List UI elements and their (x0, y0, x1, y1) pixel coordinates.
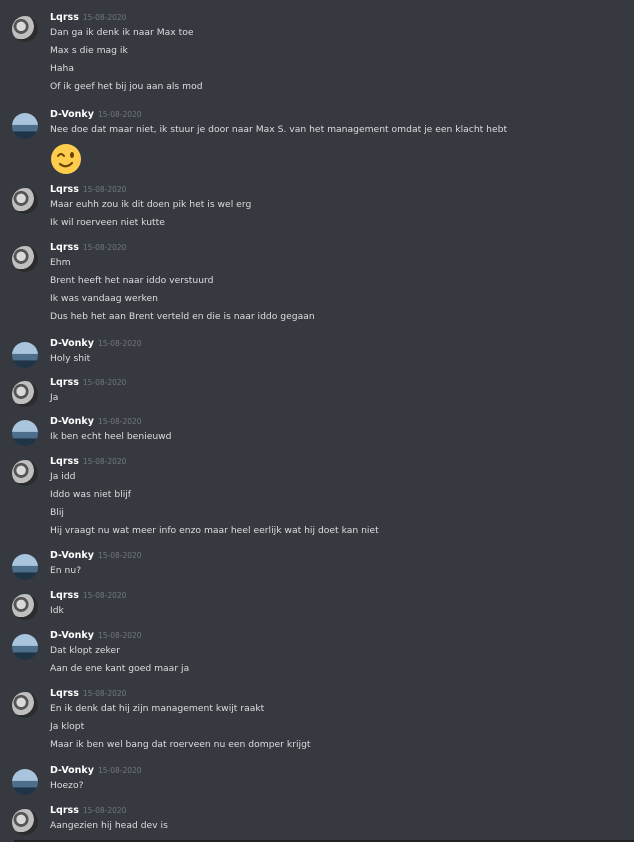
message-header: Lqrss 15-08-2020 (50, 242, 126, 254)
username[interactable]: Lqrss (50, 590, 79, 601)
username[interactable]: D-Vonky (50, 550, 94, 561)
message-text: Dus heb het aan Brent verteld en die is … (50, 311, 315, 322)
message-text: Aan de ene kant goed maar ja (50, 663, 190, 674)
lqrss-avatar[interactable] (12, 809, 38, 835)
message-text: Haha (50, 63, 74, 74)
dvonky-avatar[interactable] (12, 769, 38, 795)
timestamp: 15-08-2020 (82, 457, 127, 466)
message-text: En ik denk dat hij zijn management kwijt… (50, 703, 265, 714)
dvonky-avatar[interactable] (12, 634, 38, 660)
message-text: Maar ik ben wel bang dat roerveen nu een… (50, 739, 311, 750)
timestamp: 15-08-2020 (97, 110, 142, 119)
message-text: Ik was vandaag werken (50, 293, 158, 304)
timestamp: 15-08-2020 (82, 591, 127, 600)
message-text: Max s die mag ik (50, 45, 128, 56)
message-text: Holy shit (50, 353, 91, 364)
message-text: Of ik geef het bij jou aan als mod (50, 81, 203, 92)
message-text: Ja idd (50, 471, 76, 482)
dvonky-avatar[interactable] (12, 554, 38, 580)
timestamp: 15-08-2020 (82, 378, 127, 387)
username[interactable]: Lqrss (50, 688, 79, 699)
username[interactable]: Lqrss (50, 242, 79, 253)
message-text: Iddo was niet blijf (50, 489, 132, 500)
lqrss-avatar[interactable] (12, 460, 38, 486)
username[interactable]: Lqrss (50, 805, 79, 816)
timestamp: 15-08-2020 (97, 631, 142, 640)
username[interactable]: D-Vonky (50, 338, 94, 349)
message-text: Aangezien hij head dev is (50, 820, 168, 831)
timestamp: 15-08-2020 (82, 185, 127, 194)
message-text: Ik wil roerveen niet kutte (50, 217, 165, 228)
message-text: Brent heeft het naar iddo verstuurd (50, 275, 214, 286)
message-text: Ehm (50, 257, 71, 268)
message-text: Ja klopt (50, 721, 85, 732)
timestamp: 15-08-2020 (97, 339, 142, 348)
message-text: En nu? (50, 565, 82, 576)
timestamp: 15-08-2020 (97, 766, 142, 775)
username[interactable]: D-Vonky (50, 765, 94, 776)
message-header: Lqrss 15-08-2020 (50, 805, 126, 817)
username[interactable]: Lqrss (50, 184, 79, 195)
message-header: D-Vonky 15-08-2020 (50, 416, 142, 428)
message-header: Lqrss 15-08-2020 (50, 456, 126, 468)
timestamp: 15-08-2020 (97, 551, 142, 560)
lqrss-avatar[interactable] (12, 692, 38, 718)
message-text: Hij vraagt nu wat meer info enzo maar he… (50, 525, 379, 536)
message-header: D-Vonky 15-08-2020 (50, 765, 142, 777)
username[interactable]: D-Vonky (50, 109, 94, 120)
message-header: D-Vonky 15-08-2020 (50, 630, 142, 642)
timestamp: 15-08-2020 (82, 243, 127, 252)
lqrss-avatar[interactable] (12, 381, 38, 407)
message-text: Idk (50, 605, 64, 616)
message-header: D-Vonky 15-08-2020 (50, 109, 142, 121)
lqrss-avatar[interactable] (12, 188, 38, 214)
username[interactable]: Lqrss (50, 12, 79, 23)
message-text: Ik ben echt heel benieuwd (50, 431, 172, 442)
message-header: Lqrss 15-08-2020 (50, 688, 126, 700)
username[interactable]: D-Vonky (50, 416, 94, 427)
username[interactable]: Lqrss (50, 456, 79, 467)
message-header: Lqrss 15-08-2020 (50, 184, 126, 196)
message-text: Maar euhh zou ik dit doen pik het is wel… (50, 199, 252, 210)
message-header: Lqrss 15-08-2020 (50, 377, 126, 389)
timestamp: 15-08-2020 (82, 13, 127, 22)
message-header: D-Vonky 15-08-2020 (50, 338, 142, 350)
timestamp: 15-08-2020 (82, 806, 127, 815)
lqrss-avatar[interactable] (12, 16, 38, 42)
message-text: Dat klopt zeker (50, 645, 120, 656)
message-header: Lqrss 15-08-2020 (50, 12, 126, 24)
timestamp: 15-08-2020 (82, 689, 127, 698)
message-header: D-Vonky 15-08-2020 (50, 550, 142, 562)
message-text: Ja (50, 392, 59, 403)
dvonky-avatar[interactable] (12, 420, 38, 446)
lqrss-avatar[interactable] (12, 246, 38, 272)
message-header: Lqrss 15-08-2020 (50, 590, 126, 602)
dvonky-avatar[interactable] (12, 113, 38, 139)
winking-face-emoji[interactable] (50, 143, 82, 175)
dvonky-avatar[interactable] (12, 342, 38, 368)
message-text: Nee doe dat maar niet, ik stuur je door … (50, 124, 508, 135)
timestamp: 15-08-2020 (97, 417, 142, 426)
lqrss-avatar[interactable] (12, 594, 38, 620)
message-text: Hoezo? (50, 780, 84, 791)
message-text: Dan ga ik denk ik naar Max toe (50, 27, 194, 38)
username[interactable]: Lqrss (50, 377, 79, 388)
username[interactable]: D-Vonky (50, 630, 94, 641)
message-text: Blij (50, 507, 64, 518)
